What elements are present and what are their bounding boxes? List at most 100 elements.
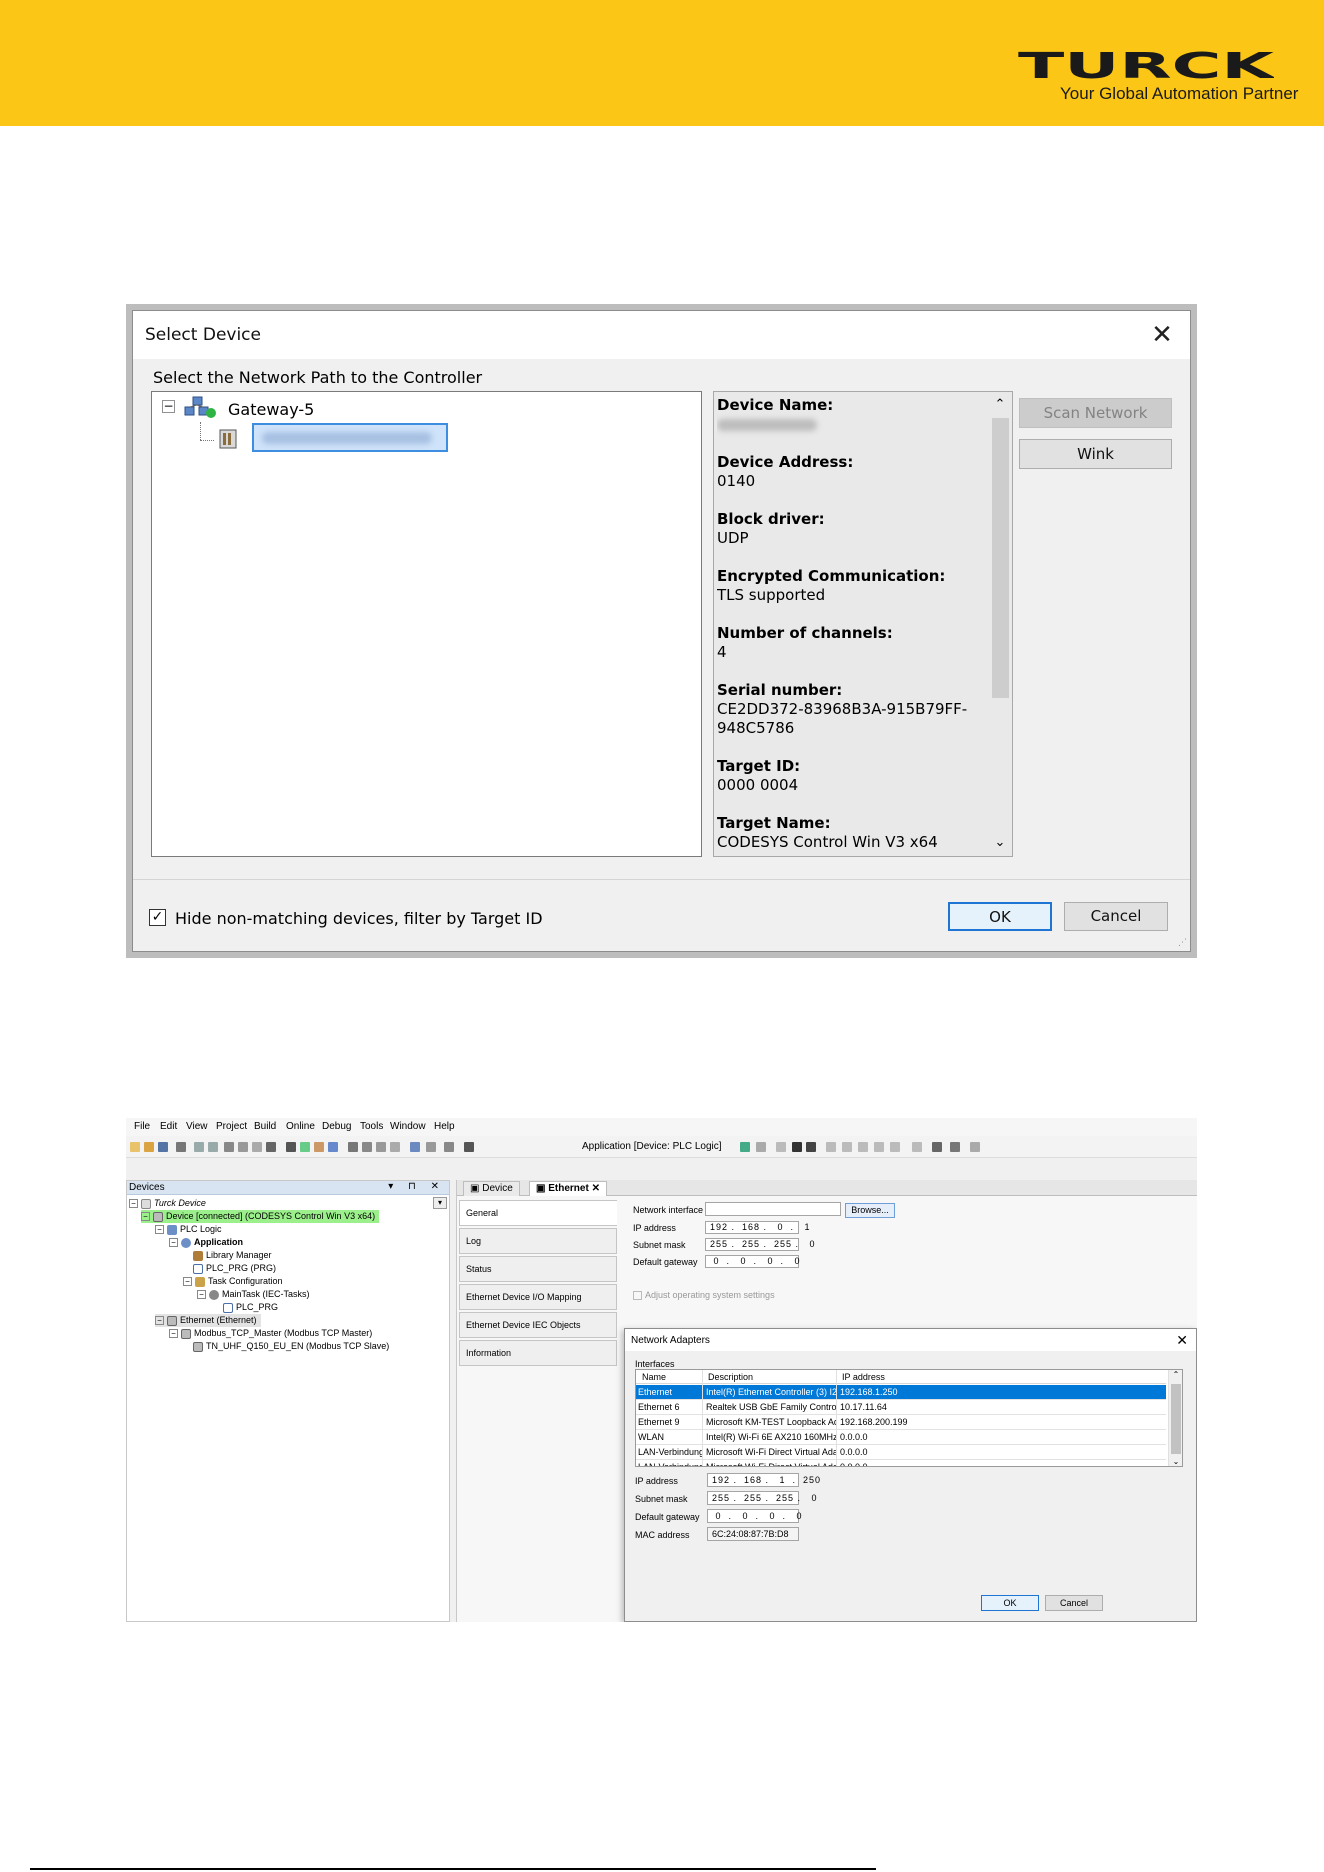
- close-icon[interactable]: ✕: [1176, 1332, 1188, 1349]
- device-view-icon[interactable]: [932, 1142, 942, 1152]
- find-prev-icon[interactable]: [328, 1142, 338, 1152]
- scroll-thumb[interactable]: [992, 418, 1009, 698]
- menu-item[interactable]: File: [134, 1121, 150, 1132]
- adapter-gateway-input[interactable]: 0 . 0 . 0 . 0: [707, 1509, 802, 1523]
- options-icon[interactable]: [426, 1142, 436, 1152]
- tree-node-plc-prg[interactable]: PLC_PRG (PRG): [193, 1262, 276, 1275]
- wink-button[interactable]: Wink: [1019, 439, 1172, 469]
- menu-item[interactable]: Project: [216, 1121, 247, 1132]
- redo-icon[interactable]: [208, 1142, 218, 1152]
- bookmark-icon[interactable]: [348, 1142, 358, 1152]
- stop-icon[interactable]: [792, 1142, 802, 1152]
- tree-node-library-manager[interactable]: Library Manager: [193, 1249, 272, 1262]
- resize-grip-icon[interactable]: ⋰: [1178, 938, 1187, 948]
- reset-icon[interactable]: [806, 1142, 816, 1152]
- network-tree[interactable]: − Gateway-5: [151, 391, 702, 857]
- scan-network-button[interactable]: Scan Network: [1019, 398, 1172, 428]
- side-tab[interactable]: Status: [459, 1256, 617, 1282]
- tab-device[interactable]: ▣ Device: [463, 1181, 520, 1196]
- print-icon[interactable]: [176, 1142, 186, 1152]
- run-icon[interactable]: [776, 1142, 786, 1152]
- menu-item[interactable]: Online: [286, 1121, 315, 1132]
- login-icon[interactable]: [740, 1142, 750, 1152]
- close-icon[interactable]: ✕: [592, 1183, 600, 1194]
- undo-icon[interactable]: [194, 1142, 204, 1152]
- table-row[interactable]: LAN-Verbindung* 2 Microsoft Wi-Fi Direct …: [636, 1460, 1166, 1466]
- bookmark-clear-icon[interactable]: [390, 1142, 400, 1152]
- column-header[interactable]: Name: [642, 1372, 666, 1382]
- adapter-ip-input[interactable]: 192 . 168 . 1 . 250: [707, 1473, 820, 1487]
- chevron-down-icon[interactable]: ▾: [433, 1197, 447, 1209]
- column-header[interactable]: IP address: [842, 1372, 885, 1382]
- grid-icon[interactable]: [464, 1142, 474, 1152]
- table-row[interactable]: Ethernet 6 Realtek USB GbE Family Control…: [636, 1400, 1166, 1415]
- chevron-down-icon[interactable]: ⌄: [1169, 1457, 1182, 1466]
- logout-icon[interactable]: [756, 1142, 766, 1152]
- find-next-icon[interactable]: [314, 1142, 324, 1152]
- menu-item[interactable]: Help: [434, 1121, 455, 1132]
- tree-node-modbus-master[interactable]: − Modbus_TCP_Master (Modbus TCP Master): [169, 1327, 372, 1340]
- tree-node-task-configuration[interactable]: − Task Configuration: [183, 1275, 283, 1288]
- hide-non-matching-checkbox[interactable]: ✓: [149, 909, 166, 926]
- gateway-label[interactable]: Gateway-5: [228, 400, 314, 419]
- tree-node-application[interactable]: − Application: [169, 1236, 243, 1249]
- browse-button[interactable]: Browse...: [845, 1203, 895, 1218]
- info-scrollbar[interactable]: ⌃ ⌄: [990, 394, 1010, 854]
- side-tab[interactable]: Log: [459, 1228, 617, 1254]
- table-row[interactable]: Ethernet Intel(R) Ethernet Controller (3)…: [636, 1385, 1166, 1400]
- table-row[interactable]: Ethernet 9 Microsoft KM-TEST Loopback Ada…: [636, 1415, 1166, 1430]
- menu-item[interactable]: Window: [390, 1121, 426, 1132]
- run-to-cursor-icon[interactable]: [890, 1142, 900, 1152]
- network-icon[interactable]: [950, 1142, 960, 1152]
- chevron-up-icon[interactable]: ⌃: [990, 398, 1010, 412]
- tree-node-plc-logic[interactable]: − PLC Logic: [155, 1223, 222, 1236]
- menu-item[interactable]: Debug: [322, 1121, 351, 1132]
- save-icon[interactable]: [158, 1142, 168, 1152]
- scroll-thumb[interactable]: [1171, 1384, 1181, 1454]
- paste-icon[interactable]: [252, 1142, 262, 1152]
- step-into-icon[interactable]: [858, 1142, 868, 1152]
- tree-node-plc-prg-call[interactable]: PLC_PRG: [223, 1301, 278, 1314]
- active-application-selector[interactable]: Application [Device: PLC Logic]: [582, 1141, 722, 1152]
- new-project-icon[interactable]: [130, 1142, 140, 1152]
- help-icon[interactable]: [970, 1142, 980, 1152]
- side-tab[interactable]: Ethernet Device I/O Mapping: [459, 1284, 617, 1310]
- ok-button[interactable]: OK: [981, 1595, 1039, 1611]
- cancel-button[interactable]: Cancel: [1064, 902, 1168, 931]
- close-icon[interactable]: ✕: [1144, 317, 1180, 353]
- tree-node-modbus-slave[interactable]: TN_UHF_Q150_EU_EN (Modbus TCP Slave): [193, 1340, 389, 1353]
- cancel-button[interactable]: Cancel: [1045, 1595, 1103, 1611]
- properties-icon[interactable]: [444, 1142, 454, 1152]
- network-interface-input[interactable]: [705, 1202, 841, 1216]
- pane-controls[interactable]: ▾ ⊓ ✕: [388, 1181, 445, 1192]
- ok-button[interactable]: OK: [948, 902, 1052, 931]
- table-row[interactable]: WLAN Intel(R) Wi-Fi 6E AX210 160MHz 0.0.0.…: [636, 1430, 1166, 1445]
- delete-icon[interactable]: [266, 1142, 276, 1152]
- selected-device-node[interactable]: [252, 423, 448, 452]
- chevron-up-icon[interactable]: ⌃: [1169, 1370, 1182, 1379]
- tab-ethernet[interactable]: ▣ Ethernet ✕: [529, 1181, 607, 1196]
- side-tab[interactable]: Information: [459, 1340, 617, 1366]
- default-gateway-input[interactable]: 0 . 0 . 0 . 0: [705, 1255, 800, 1268]
- build-icon[interactable]: [410, 1142, 420, 1152]
- adjust-os-settings[interactable]: Adjust operating system settings: [633, 1290, 775, 1301]
- replace-icon[interactable]: [300, 1142, 310, 1152]
- adapter-subnet-input[interactable]: 255 . 255 . 255 . 0: [707, 1491, 817, 1505]
- collapse-icon[interactable]: −: [162, 400, 175, 413]
- tree-node-root[interactable]: − Turck Device: [129, 1197, 206, 1210]
- table-scrollbar[interactable]: ⌃ ⌄: [1168, 1370, 1182, 1466]
- step-over-icon[interactable]: [842, 1142, 852, 1152]
- breakpoint-icon[interactable]: [826, 1142, 836, 1152]
- cut-icon[interactable]: [224, 1142, 234, 1152]
- menu-item[interactable]: Edit: [160, 1121, 177, 1132]
- menu-item[interactable]: View: [186, 1121, 208, 1132]
- column-header[interactable]: Description: [708, 1372, 753, 1382]
- menu-item[interactable]: Build: [254, 1121, 276, 1132]
- tree-node-ethernet[interactable]: − Ethernet (Ethernet): [155, 1314, 261, 1327]
- open-icon[interactable]: [144, 1142, 154, 1152]
- table-row[interactable]: LAN-Verbindung* 1 Microsoft Wi-Fi Direct …: [636, 1445, 1166, 1460]
- tree-node-device[interactable]: − Device [connected] (CODESYS Control Win…: [141, 1210, 380, 1223]
- tree-node-main-task[interactable]: − MainTask (IEC-Tasks): [197, 1288, 310, 1301]
- chevron-down-icon[interactable]: ⌄: [990, 836, 1010, 850]
- write-values-icon[interactable]: [912, 1142, 922, 1152]
